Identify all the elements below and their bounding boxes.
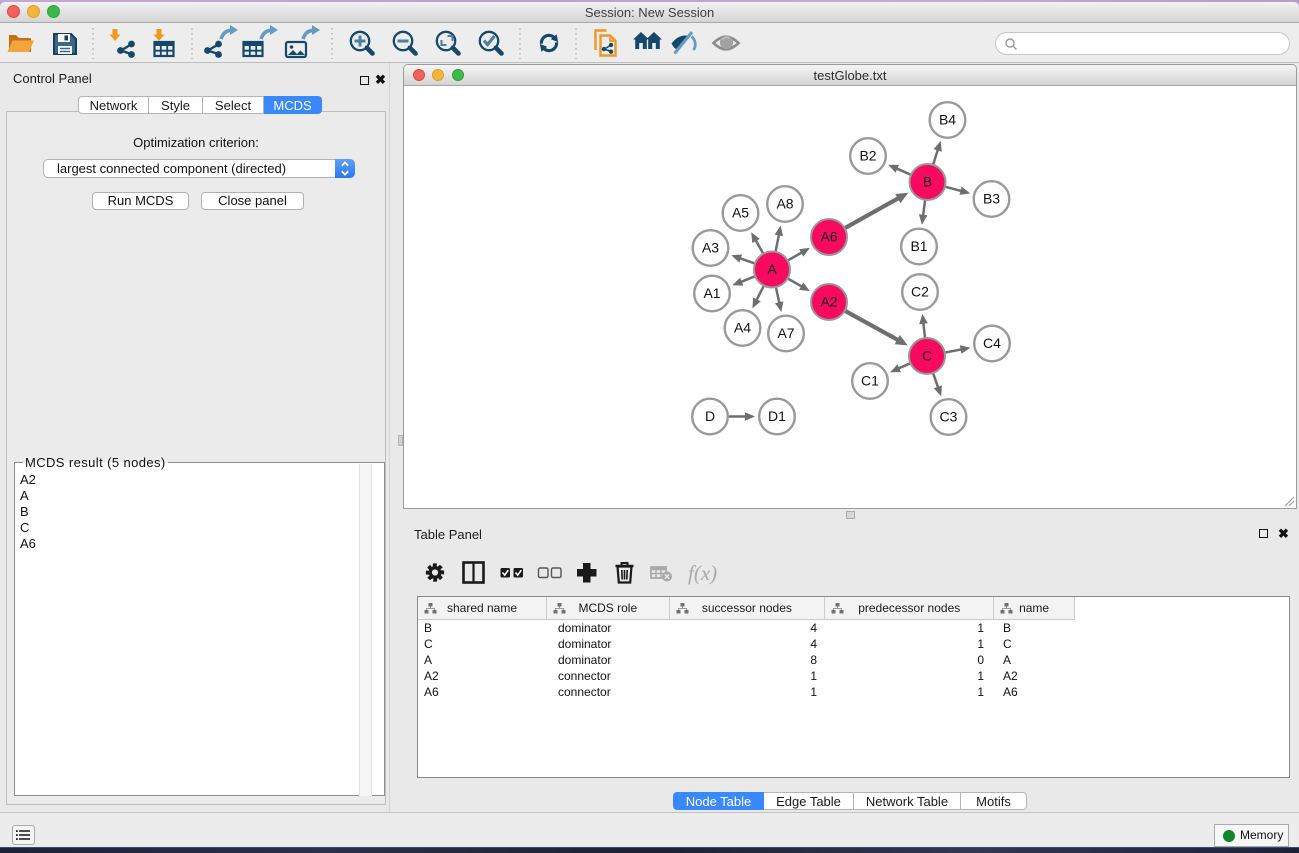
svg-text:A7: A7 <box>777 325 794 341</box>
svg-text:B3: B3 <box>983 191 1000 207</box>
svg-text:A: A <box>767 261 777 277</box>
svg-text:B: B <box>923 174 932 190</box>
svg-text:A4: A4 <box>734 320 751 336</box>
svg-text:C3: C3 <box>940 409 958 425</box>
svg-text:B4: B4 <box>939 112 956 128</box>
svg-text:C2: C2 <box>911 284 929 300</box>
svg-text:C4: C4 <box>983 335 1001 351</box>
svg-text:A1: A1 <box>703 285 720 301</box>
svg-text:D: D <box>705 408 715 424</box>
svg-text:A6: A6 <box>820 229 837 245</box>
svg-text:A3: A3 <box>702 240 719 256</box>
svg-text:f(x): f(x) <box>688 561 717 585</box>
svg-text:C: C <box>922 348 932 364</box>
svg-text:A2: A2 <box>820 294 837 310</box>
svg-text:D1: D1 <box>768 408 786 424</box>
svg-text:B1: B1 <box>910 238 927 254</box>
svg-text:A5: A5 <box>732 205 749 221</box>
svg-text:B2: B2 <box>859 148 876 164</box>
svg-text:C1: C1 <box>861 373 879 389</box>
svg-text:A8: A8 <box>776 196 793 212</box>
